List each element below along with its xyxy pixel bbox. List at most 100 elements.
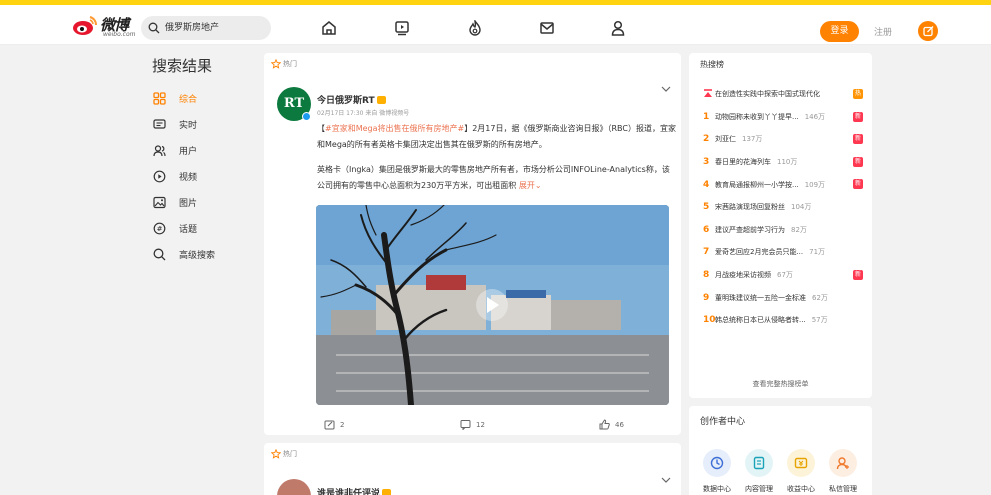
rank-number: 10 <box>703 315 716 326</box>
video-thumbnail <box>316 205 669 405</box>
register-link[interactable]: 注册 <box>874 25 892 38</box>
hot-search-item[interactable]: 7 爱奇艺回应2月完会员只能... 71万 <box>703 241 863 264</box>
hot-search-title-text: 爱奇艺回应2月完会员只能... <box>715 248 804 257</box>
nav-images[interactable]: 图片 <box>147 189 247 215</box>
chevron-down-icon[interactable] <box>661 86 671 92</box>
topic-icon: # <box>153 222 166 234</box>
comment-icon <box>460 420 471 430</box>
hot-search-item[interactable]: 1 动物园称未收到丫丫提早... 146万 新 <box>703 106 863 129</box>
post-username[interactable]: 今日俄罗斯RT <box>317 93 386 106</box>
hot-search-count: 109万 <box>804 180 826 189</box>
pin-arrow-icon <box>704 89 712 98</box>
image-icon <box>153 196 166 208</box>
top-header: 微博 weibo.com 俄罗斯房地产 登录 注册 <box>0 5 991 45</box>
comment-button[interactable]: 12 <box>460 419 485 430</box>
rank-number: 3 <box>703 157 710 168</box>
repost-icon <box>324 420 335 430</box>
hot-search-count: 104万 <box>791 203 812 212</box>
creator-content-manage[interactable]: 内容管理 <box>739 449 779 494</box>
new-badge: 新 <box>853 134 863 145</box>
nav-users[interactable]: 用户 <box>147 137 247 163</box>
compose-button[interactable] <box>918 21 938 41</box>
users-icon <box>153 144 166 156</box>
nav-hot[interactable] <box>465 18 485 38</box>
content-icon <box>745 449 773 477</box>
hot-search-panel: 热搜榜 在创造性实践中探索中国式现代化 热 1 动物园称未收到丫丫提早... 1… <box>689 53 872 398</box>
rank-number: 6 <box>703 224 710 235</box>
creator-income-center[interactable]: 收益中心 <box>781 449 821 494</box>
hot-search-item[interactable]: 8 月战疫地采访视频 67万 新 <box>703 264 863 287</box>
creator-message-manage[interactable]: 私信管理 <box>823 449 863 494</box>
nav-comprehensive[interactable]: 综合 <box>147 85 247 111</box>
video-icon <box>395 21 409 36</box>
nav-video[interactable] <box>392 18 412 38</box>
hot-search-pinned[interactable]: 在创造性实践中探索中国式现代化 热 <box>703 83 863 106</box>
rank-number: 7 <box>703 247 710 258</box>
new-badge: 新 <box>853 269 863 280</box>
hot-search-count: 137万 <box>742 135 763 144</box>
topic-link[interactable]: #宜家和Mega将出售在俄所有房地产# <box>325 124 464 133</box>
rank-number: 8 <box>703 270 710 281</box>
rank-number: 5 <box>703 202 710 213</box>
hot-search-list: 在创造性实践中探索中国式现代化 热 1 动物园称未收到丫丫提早... 146万 … <box>703 83 863 332</box>
rank-number: 1 <box>703 111 710 122</box>
nav-realtime[interactable]: 实时 <box>147 111 247 137</box>
nav-advanced-search[interactable]: 高级搜索 <box>147 241 247 267</box>
income-icon <box>787 449 815 477</box>
svg-text:#: # <box>157 225 163 233</box>
username-text: 谁是谁非任评说 <box>317 489 381 495</box>
hot-search-item[interactable]: 6 建议严查超前学习行为 82万 <box>703 219 863 242</box>
post-username[interactable]: 谁是谁非任评说 <box>317 486 392 495</box>
username-text: 今日俄罗斯RT <box>317 96 375 106</box>
repost-button[interactable]: 2 <box>324 419 344 430</box>
search-icon <box>153 248 166 260</box>
home-icon <box>322 21 336 35</box>
like-button[interactable]: 46 <box>599 419 624 430</box>
post-meta: 02月17日 17:30 来自 微博视频号 <box>317 110 410 117</box>
weibo-logo[interactable]: 微博 weibo.com <box>72 14 136 40</box>
new-badge: 新 <box>853 179 863 190</box>
hot-search-count: 67万 <box>777 271 793 280</box>
hot-search-title-text: 宋茜路演现场回复粉丝 <box>715 203 785 212</box>
video-player[interactable] <box>316 205 669 405</box>
hot-search-count: 146万 <box>804 112 826 121</box>
hot-search-title: 热搜榜 <box>700 60 724 69</box>
hot-search-item[interactable]: 9 董明珠建议统一五险一金标准 62万 <box>703 286 863 309</box>
chevron-down-icon[interactable] <box>661 477 671 483</box>
nav-video-filter[interactable]: 视频 <box>147 163 247 189</box>
crown-icon <box>382 488 392 495</box>
hot-search-item[interactable]: 4 教育局通报柳州一小学按... 109万 新 <box>703 173 863 196</box>
creator-item-label: 私信管理 <box>829 485 857 493</box>
creator-item-label: 收益中心 <box>787 485 815 493</box>
nav-label: 视频 <box>179 172 198 183</box>
nav-topics[interactable]: # 话题 <box>147 215 247 241</box>
verified-badge-icon <box>302 112 311 121</box>
new-badge: 新 <box>853 111 863 122</box>
logo-subtext: weibo.com <box>103 31 136 38</box>
login-button[interactable]: 登录 <box>820 21 859 42</box>
avatar[interactable] <box>277 479 311 495</box>
hot-search-title-text: 春日里的花海列车 <box>715 158 771 167</box>
nav-home[interactable] <box>319 18 339 38</box>
creator-data-center[interactable]: 数据中心 <box>697 449 737 494</box>
hot-tag-label: 热门 <box>283 60 297 68</box>
creator-center-panel: 创作者中心 数据中心 内容管理 收益中心 私信管理 <box>689 406 872 495</box>
see-all-hot-search-link[interactable]: 查看完整热搜榜单 <box>689 379 872 389</box>
message-manage-icon <box>829 449 857 477</box>
expand-link[interactable]: 展开⌄ <box>519 181 542 190</box>
new-badge: 新 <box>853 156 863 167</box>
mail-icon <box>540 22 554 34</box>
hot-search-item[interactable]: 3 春日里的花海列车 110万 新 <box>703 151 863 174</box>
feed-post: 热门 RT 今日俄罗斯RT 02月17日 17:30 来自 微博视频号 【#宜家… <box>264 53 681 435</box>
hot-search-count: 82万 <box>791 225 807 234</box>
nav-messages[interactable] <box>537 18 557 38</box>
nav-label: 图片 <box>179 198 198 209</box>
search-input[interactable]: 俄罗斯房地产 <box>141 16 271 40</box>
nav-profile[interactable] <box>608 18 628 38</box>
search-value: 俄罗斯房地产 <box>165 23 220 33</box>
creator-item-label: 数据中心 <box>703 485 731 493</box>
hot-search-item[interactable]: 10 韩总统称日本已从侵略者转... 57万 <box>703 309 863 332</box>
hot-search-count: 57万 <box>811 316 828 325</box>
hot-search-item[interactable]: 5 宋茜路演现场回复粉丝 104万 <box>703 196 863 219</box>
hot-search-item[interactable]: 2 刘亚仁 137万 新 <box>703 128 863 151</box>
